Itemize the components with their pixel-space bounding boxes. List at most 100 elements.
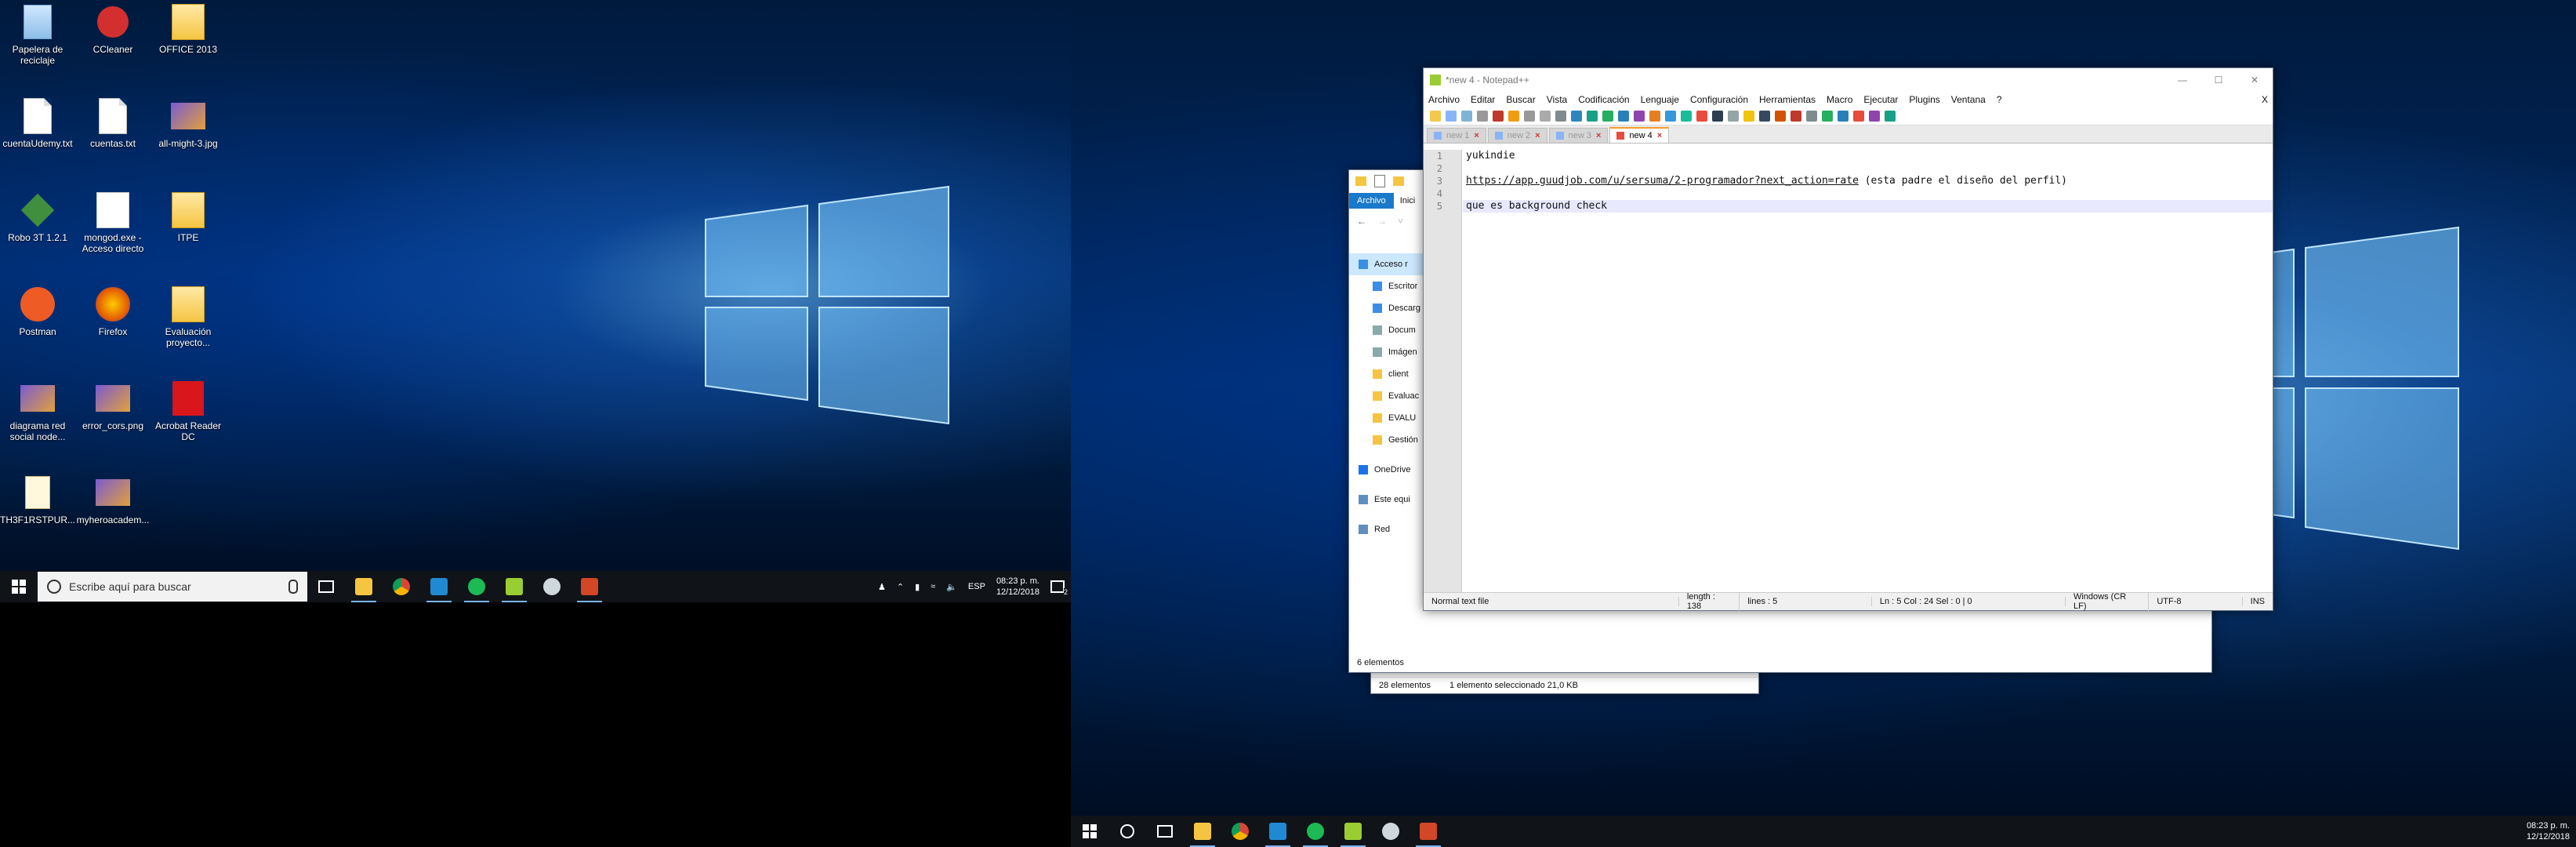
desktop-icon[interactable]: diagrama red social node...	[0, 380, 75, 442]
cortana-button[interactable]	[1108, 816, 1146, 847]
toolbar-button-icon[interactable]	[1696, 111, 1707, 122]
toolbar-button-icon[interactable]	[1555, 111, 1566, 122]
ribbon-tab-inicio[interactable]: Inici	[1394, 193, 1422, 209]
menu-item[interactable]: Lenguaje	[1641, 94, 1679, 105]
taskbar-vscode-right[interactable]	[1259, 816, 1297, 847]
clock-right[interactable]: 08:23 p. m. 12/12/2018	[2527, 820, 2570, 842]
menu-item[interactable]: Plugins	[1909, 94, 1939, 105]
desktop-icon[interactable]: Postman	[0, 285, 75, 337]
desktop-icon[interactable]: cuentaUdemy.txt	[0, 97, 75, 149]
toolbar-button-icon[interactable]	[1853, 111, 1864, 122]
tab-close-icon[interactable]: ×	[1596, 131, 1601, 140]
toolbar-button-icon[interactable]	[1461, 111, 1472, 122]
toolbar-button-icon[interactable]	[1477, 111, 1488, 122]
action-center-button[interactable]: 2	[1050, 580, 1068, 596]
toolbar-button-icon[interactable]	[1775, 111, 1786, 122]
taskbar-spotify-right[interactable]	[1297, 816, 1334, 847]
volume-icon[interactable]: 🔈	[946, 582, 957, 592]
toolbar-button-icon[interactable]	[1728, 111, 1739, 122]
nav-item[interactable]: Red	[1349, 518, 1428, 540]
new-folder-icon[interactable]	[1393, 176, 1404, 186]
code-line[interactable]	[1463, 162, 2273, 175]
toolbar-button-icon[interactable]	[1759, 111, 1770, 122]
menu-item[interactable]: Archivo	[1428, 94, 1460, 105]
desktop-icon[interactable]: Papelera de reciclaje	[0, 3, 75, 66]
toolbar-button-icon[interactable]	[1587, 111, 1598, 122]
nav-item[interactable]: Escritor	[1349, 275, 1428, 297]
desktop-icon[interactable]: cuentas.txt	[75, 97, 151, 149]
desktop-icon[interactable]: OFFICE 2013	[151, 3, 226, 55]
toolbar-button-icon[interactable]	[1743, 111, 1754, 122]
chevron-down-icon[interactable]: ˅	[1398, 216, 1403, 227]
taskbar-chrome[interactable]	[383, 571, 420, 602]
taskbar-file-explorer[interactable]	[345, 571, 383, 602]
taskbar-powerpoint[interactable]	[571, 571, 608, 602]
menu-item[interactable]: Configuración	[1690, 94, 1748, 105]
code-line[interactable]: que es background check	[1463, 200, 2273, 213]
back-arrow-icon[interactable]: ←	[1357, 216, 1366, 227]
nav-item[interactable]: Este equi	[1349, 489, 1428, 511]
taskbar-chrome-right[interactable]	[1221, 816, 1259, 847]
code-text[interactable]: yukindie https://app.guudjob.com/u/sersum…	[1463, 150, 2273, 593]
taskbar-postman-app[interactable]	[533, 571, 571, 602]
toolbar-button-icon[interactable]	[1540, 111, 1551, 122]
menu-item[interactable]: Vista	[1547, 94, 1567, 105]
toolbar-button-icon[interactable]	[1571, 111, 1582, 122]
toolbar-button-icon[interactable]	[1430, 111, 1441, 122]
menu-item[interactable]: ?	[1997, 94, 2002, 105]
nav-item[interactable]: Acceso r	[1349, 253, 1428, 275]
toolbar-button-icon[interactable]	[1869, 111, 1880, 122]
tab-close-icon[interactable]: ×	[1657, 131, 1662, 140]
taskbar-file-explorer-right[interactable]	[1184, 816, 1221, 847]
nav-item[interactable]: EVALU	[1349, 407, 1428, 429]
properties-icon[interactable]	[1374, 175, 1385, 187]
desktop-icon[interactable]: TH3F1RSTPUR...	[0, 474, 75, 525]
desktop-icon[interactable]: Robo 3T 1.2.1	[0, 191, 75, 243]
taskbar-spotify[interactable]	[458, 571, 495, 602]
start-button-right[interactable]	[1071, 816, 1108, 847]
toolbar-button-icon[interactable]	[1712, 111, 1723, 122]
minimize-button[interactable]: —	[2164, 75, 2200, 85]
editor-area[interactable]: 12 34 5 yukindie https://app.guudjob.com/u/…	[1424, 150, 2273, 593]
taskbar-notepadpp[interactable]	[495, 571, 533, 602]
desktop-icon[interactable]: Evaluación proyecto...	[151, 285, 226, 348]
people-icon[interactable]: ♟	[878, 582, 886, 592]
nav-item[interactable]: Imágen	[1349, 341, 1428, 363]
task-view-button[interactable]	[307, 571, 345, 602]
menu-item[interactable]: Ventana	[1951, 94, 1986, 105]
clock[interactable]: 08:23 p. m. 12/12/2018	[996, 576, 1039, 598]
menu-close-doc[interactable]: X	[2262, 94, 2268, 105]
toolbar-button-icon[interactable]	[1681, 111, 1692, 122]
code-line[interactable]: https://app.guudjob.com/u/sersuma/2-prog…	[1463, 175, 2273, 187]
tab-close-icon[interactable]: ×	[1535, 131, 1540, 140]
editor-tab[interactable]: new 2 ×	[1487, 128, 1547, 143]
desktop-icon[interactable]: ITPE	[151, 191, 226, 243]
notepadpp-window[interactable]: *new 4 - Notepad++ — ☐ ✕ Archivo Editar Bu…	[1423, 67, 2273, 611]
taskbar-app-right[interactable]	[1372, 816, 1410, 847]
notepadpp-title-bar[interactable]: *new 4 - Notepad++ — ☐ ✕	[1424, 68, 2273, 92]
desktop-icon[interactable]: error_cors.png	[75, 380, 151, 431]
maximize-button[interactable]: ☐	[2200, 75, 2237, 85]
editor-tab[interactable]: new 1 ×	[1427, 128, 1486, 143]
taskbar-powerpoint-right[interactable]	[1410, 816, 1447, 847]
network-icon[interactable]: ≈	[931, 582, 935, 591]
chevron-up-icon[interactable]: ⌃	[897, 582, 904, 592]
toolbar-button-icon[interactable]	[1649, 111, 1660, 122]
close-button[interactable]: ✕	[2237, 75, 2273, 85]
language-indicator[interactable]: ESP	[968, 582, 985, 591]
desktop-icon[interactable]: mongod.exe - Acceso directo	[75, 191, 151, 254]
toolbar-button-icon[interactable]	[1634, 111, 1645, 122]
nav-item[interactable]: Evaluac	[1349, 385, 1428, 407]
microphone-icon[interactable]	[288, 580, 298, 594]
toolbar-button-icon[interactable]	[1791, 111, 1801, 122]
desktop-icon[interactable]: CCleaner	[75, 3, 151, 55]
toolbar-button-icon[interactable]	[1885, 111, 1896, 122]
code-line[interactable]: yukindie	[1463, 150, 2273, 162]
nav-item[interactable]: Gestión	[1349, 429, 1428, 451]
desktop-icon[interactable]: Acrobat Reader DC	[151, 380, 226, 442]
desktop-icon[interactable]: all-might-3.jpg	[151, 97, 226, 149]
code-line[interactable]	[1463, 187, 2273, 200]
desktop-icon[interactable]: myheroacadem...	[75, 474, 151, 525]
toolbar-button-icon[interactable]	[1838, 111, 1849, 122]
ribbon-tab-archivo[interactable]: Archivo	[1349, 193, 1394, 209]
